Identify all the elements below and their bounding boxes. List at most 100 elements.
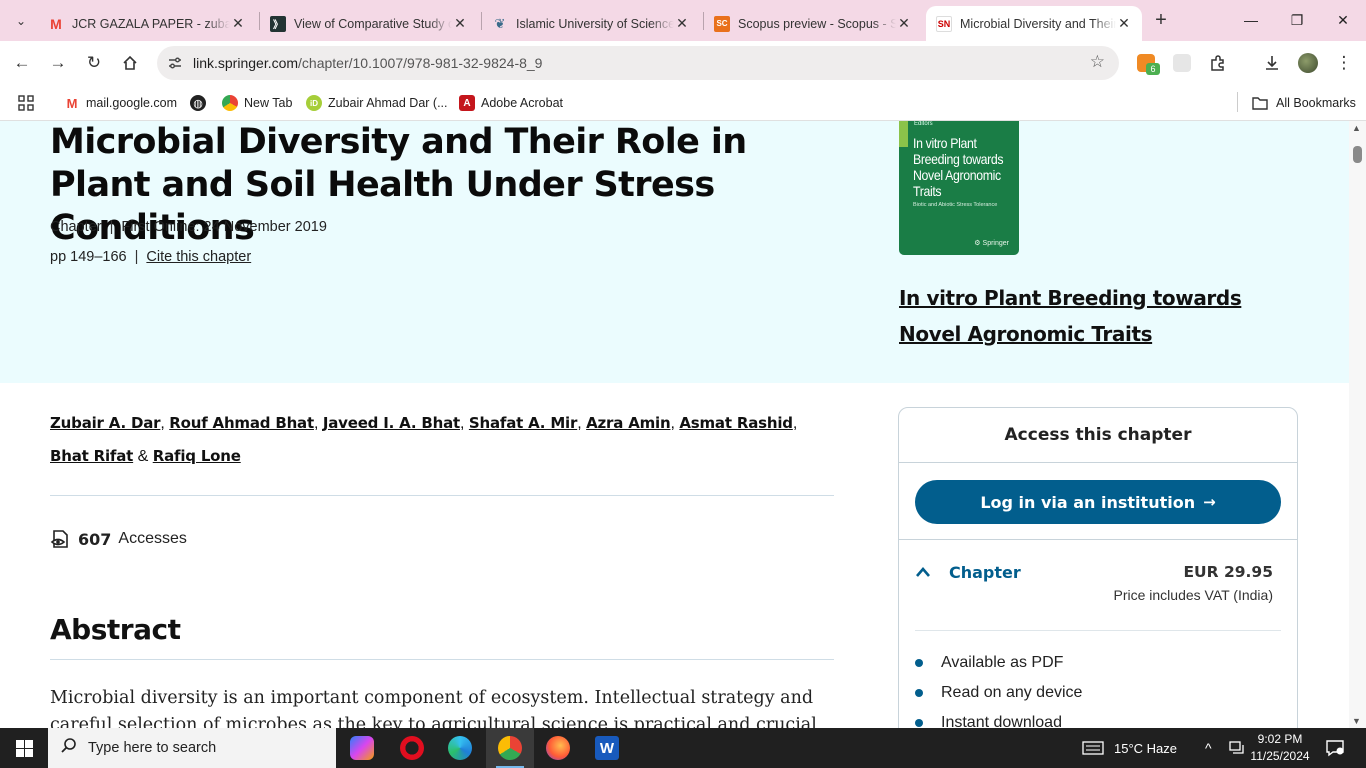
- access-box: Access this chapter Log in via an instit…: [898, 407, 1298, 728]
- feature-item: Instant download: [915, 708, 1082, 728]
- menu-button[interactable]: ⋮: [1330, 49, 1358, 77]
- taskbar-opera[interactable]: [388, 728, 436, 768]
- bookmark-globe[interactable]: ◍: [190, 93, 212, 113]
- bullet-icon: [915, 659, 923, 667]
- home-icon: [123, 55, 137, 70]
- author-link[interactable]: Bhat Rifat: [50, 447, 133, 465]
- feature-item: Read on any device: [915, 678, 1082, 708]
- chapter-purchase-toggle[interactable]: Chapter EUR 29.95 Price includes VAT (In…: [915, 563, 1273, 613]
- tab-comparative-study[interactable]: 》 View of Comparative Study o ✕: [260, 6, 478, 41]
- cover-accent: [899, 121, 908, 147]
- tab-islamic-university[interactable]: ❦ Islamic University of Science ✕: [482, 6, 700, 41]
- bookmark-zubair-orcid[interactable]: iD Zubair Ahmad Dar (...: [306, 93, 448, 113]
- tab-scopus[interactable]: SC Scopus preview - Scopus - S ✕: [704, 6, 922, 41]
- close-icon[interactable]: ✕: [896, 15, 912, 32]
- tab-microbial-diversity[interactable]: SN Microbial Diversity and Their ✕: [926, 6, 1142, 41]
- cover-publisher-name: Springer: [982, 240, 1009, 247]
- notification-center-button[interactable]: [1325, 728, 1345, 768]
- divider: [50, 495, 834, 496]
- cite-this-chapter-link[interactable]: Cite this chapter: [146, 249, 251, 265]
- forward-button[interactable]: →: [44, 49, 72, 77]
- firefox-icon: [546, 736, 570, 760]
- accesses-label: Accesses: [118, 530, 187, 547]
- address-bar[interactable]: link.springer.com/chapter/10.1007/978-98…: [157, 46, 1119, 80]
- divider: |: [134, 249, 139, 265]
- taskbar-firefox[interactable]: [534, 728, 582, 768]
- close-icon[interactable]: ✕: [1116, 15, 1132, 32]
- taskbar-edge[interactable]: [436, 728, 484, 768]
- author-and: &: [137, 448, 149, 465]
- apps-button[interactable]: [18, 93, 34, 113]
- scroll-down-icon[interactable]: ▼: [1352, 716, 1361, 726]
- extensions-button[interactable]: [1204, 49, 1232, 77]
- bookmark-adobe-acrobat[interactable]: A Adobe Acrobat: [459, 93, 563, 113]
- author-separator: ,: [577, 415, 582, 432]
- back-button[interactable]: ←: [8, 49, 36, 77]
- profile-button[interactable]: [1294, 49, 1322, 77]
- reload-button[interactable]: ↻: [80, 49, 108, 77]
- cover-publisher: ⚙ Springer: [974, 240, 1009, 247]
- downloads-button[interactable]: [1258, 49, 1286, 77]
- taskbar-copilot[interactable]: [338, 728, 386, 768]
- close-icon[interactable]: ✕: [674, 15, 690, 32]
- url-domain: link.springer.com: [193, 55, 299, 71]
- bookmark-new-tab[interactable]: New Tab: [222, 93, 292, 113]
- author-link[interactable]: Rafiq Lone: [153, 447, 241, 465]
- chrome-icon: [222, 95, 238, 111]
- bookmark-label: mail.google.com: [86, 96, 178, 110]
- cover-title: In vitro Plant Breeding towards Novel Ag…: [913, 135, 1004, 199]
- author-link[interactable]: Zubair A. Dar: [50, 414, 161, 432]
- start-button[interactable]: [0, 728, 48, 768]
- scroll-thumb[interactable]: [1353, 146, 1362, 163]
- new-tab-button[interactable]: +: [1149, 8, 1173, 32]
- site-settings-icon[interactable]: [165, 53, 185, 73]
- minimize-button[interactable]: —: [1228, 0, 1274, 40]
- close-icon[interactable]: ✕: [452, 15, 468, 32]
- author-link[interactable]: Javeed I. A. Bhat: [323, 414, 460, 432]
- chevron-up-icon: [915, 565, 931, 583]
- restore-button[interactable]: ❐: [1274, 0, 1320, 40]
- login-institution-button[interactable]: Log in via an institution →: [915, 480, 1281, 524]
- book-cover[interactable]: Editors In vitro Plant Breeding towards …: [899, 121, 1019, 255]
- page-content: Microbial Diversity and Their Role in Pl…: [0, 121, 1349, 728]
- author-link[interactable]: Rouf Ahmad Bhat: [169, 414, 314, 432]
- tray-overflow-button[interactable]: ^: [1205, 728, 1212, 768]
- author-link[interactable]: Azra Amin: [586, 414, 671, 432]
- author-link[interactable]: Shafat A. Mir: [469, 414, 578, 432]
- bookmark-label: New Tab: [244, 96, 293, 110]
- all-bookmarks-button[interactable]: All Bookmarks: [1252, 93, 1356, 113]
- cover-subtitle: Biotic and Abiotic Stress Tolerance: [913, 202, 998, 208]
- taskbar-clock[interactable]: 9:02 PM 11/25/2024: [1240, 731, 1320, 765]
- tab-search-button[interactable]: ⌄: [8, 8, 34, 34]
- taskbar-chrome[interactable]: [486, 728, 534, 768]
- weather-widget[interactable]: 15°C Haze: [1082, 728, 1177, 768]
- taskbar-word[interactable]: W: [583, 728, 631, 768]
- gmail-icon: M: [66, 95, 78, 111]
- author-link[interactable]: Asmat Rashid: [679, 414, 793, 432]
- close-icon[interactable]: ✕: [230, 15, 246, 32]
- page-scrollbar[interactable]: ▲ ▼: [1349, 121, 1366, 728]
- bookmark-mail-google[interactable]: M mail.google.com: [64, 93, 177, 113]
- feature-label: Read on any device: [941, 684, 1083, 701]
- cover-editors: Editors: [914, 121, 933, 127]
- apps-grid-icon: [18, 95, 34, 111]
- extension-icon-2[interactable]: [1173, 54, 1191, 72]
- opera-icon: [400, 736, 424, 760]
- copilot-icon: [350, 736, 374, 760]
- chapter-hero: Microbial Diversity and Their Role in Pl…: [0, 121, 1349, 383]
- access-heading: Access this chapter: [899, 408, 1297, 463]
- tab-title: Islamic University of Science: [516, 16, 674, 31]
- extension-badge: 6: [1146, 63, 1160, 75]
- home-button[interactable]: [116, 49, 144, 77]
- book-title-link[interactable]: In vitro Plant Breeding towards Novel Ag…: [899, 280, 1299, 352]
- scroll-up-icon[interactable]: ▲: [1352, 123, 1361, 133]
- login-button-label: Log in via an institution: [980, 492, 1196, 512]
- tab-jcr-gazala[interactable]: M JCR GAZALA PAPER - zubair. ✕: [38, 6, 256, 41]
- download-icon: [1266, 56, 1278, 70]
- feature-label: Instant download: [941, 714, 1062, 728]
- bullet-icon: [915, 719, 923, 727]
- globe-icon: ◍: [190, 95, 206, 111]
- bookmark-star-icon[interactable]: ☆: [1090, 52, 1105, 72]
- taskbar-search-input[interactable]: Type here to search: [48, 728, 336, 768]
- close-window-button[interactable]: ✕: [1320, 0, 1366, 40]
